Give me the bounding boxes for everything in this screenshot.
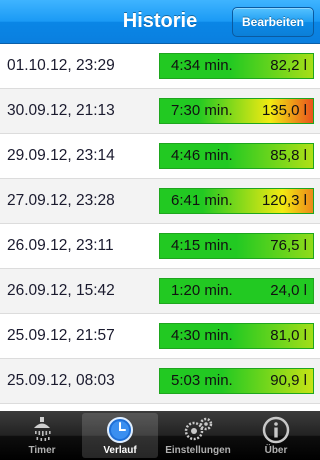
list-item[interactable]: 26.09.12, 23:11 4:15 min. 76,5 l [0,224,320,269]
history-list[interactable]: 01.10.12, 23:29 4:34 min. 82,2 l 30.09.12, … [0,44,320,411]
list-item[interactable]: 25.09.12, 08:03 5:03 min. 90,9 l [0,359,320,404]
duration-label: 4:30 min. [171,327,233,344]
volume-label: 81,0 l [270,327,307,344]
duration-label: 5:03 min. [171,372,233,389]
duration-label: 6:41 min. [171,192,233,209]
shower-icon [34,417,51,441]
tab-label: Einstellungen [165,445,231,456]
clock-icon [107,417,133,443]
usage-bar: 1:20 min. 24,0 l [159,278,314,304]
duration-label: 7:30 min. [171,102,233,119]
volume-label: 82,2 l [270,57,307,74]
tab-timer[interactable]: Timer [4,413,80,458]
volume-label: 76,5 l [270,237,307,254]
usage-bar: 7:30 min. 135,0 l [159,98,314,124]
volume-label: 90,9 l [270,372,307,389]
tab-label: Timer [28,445,56,456]
entry-date: 26.09.12, 23:11 [7,237,114,254]
list-item[interactable]: 29.09.12, 23:14 4:46 min. 85,8 l [0,134,320,179]
volume-label: 24,0 l [270,282,307,299]
entry-date: 29.09.12, 23:14 [7,147,115,164]
tab-label: Verlauf [103,445,137,456]
tab-about[interactable]: Über [238,413,314,458]
entry-date: 25.09.12, 08:03 [7,372,115,389]
edit-button[interactable]: Bearbeiten [232,7,314,37]
volume-label: 120,3 l [261,192,307,209]
tab-settings[interactable]: Einstellungen [160,413,236,458]
navigation-bar: Historie Bearbeiten [0,0,320,44]
tab-bar: Timer Verlauf Einstellungen Über [0,411,320,460]
entry-date: 27.09.12, 23:28 [7,192,115,209]
entry-date: 30.09.12, 21:13 [7,102,115,119]
entry-date: 01.10.12, 23:29 [7,57,115,74]
entry-date: 25.09.12, 21:57 [7,327,115,344]
usage-bar: 6:41 min. 120,3 l [159,188,314,214]
volume-label: 85,8 l [270,147,307,164]
list-item[interactable]: 30.09.12, 21:13 7:30 min. 135,0 l [0,89,320,134]
duration-label: 1:20 min. [171,282,233,299]
list-item[interactable]: 01.10.12, 23:29 4:34 min. 82,2 l [0,44,320,89]
tab-label: Über [264,445,288,456]
usage-bar: 4:46 min. 85,8 l [159,143,314,169]
info-icon [262,416,290,444]
usage-bar: 4:30 min. 81,0 l [159,323,314,349]
volume-label: 135,0 l [261,102,307,119]
list-item[interactable] [0,404,320,411]
gears-icon [184,417,213,441]
usage-bar: 4:15 min. 76,5 l [159,233,314,259]
list-item[interactable]: 26.09.12, 15:42 1:20 min. 24,0 l [0,269,320,314]
duration-label: 4:15 min. [171,237,233,254]
entry-date: 26.09.12, 15:42 [7,282,115,299]
duration-label: 4:34 min. [171,57,233,74]
duration-label: 4:46 min. [171,147,233,164]
usage-bar: 4:34 min. 82,2 l [159,53,314,79]
tab-history[interactable]: Verlauf [82,413,158,458]
list-item[interactable]: 27.09.12, 23:28 6:41 min. 120,3 l [0,179,320,224]
list-item[interactable]: 25.09.12, 21:57 4:30 min. 81,0 l [0,314,320,359]
usage-bar: 5:03 min. 90,9 l [159,368,314,394]
